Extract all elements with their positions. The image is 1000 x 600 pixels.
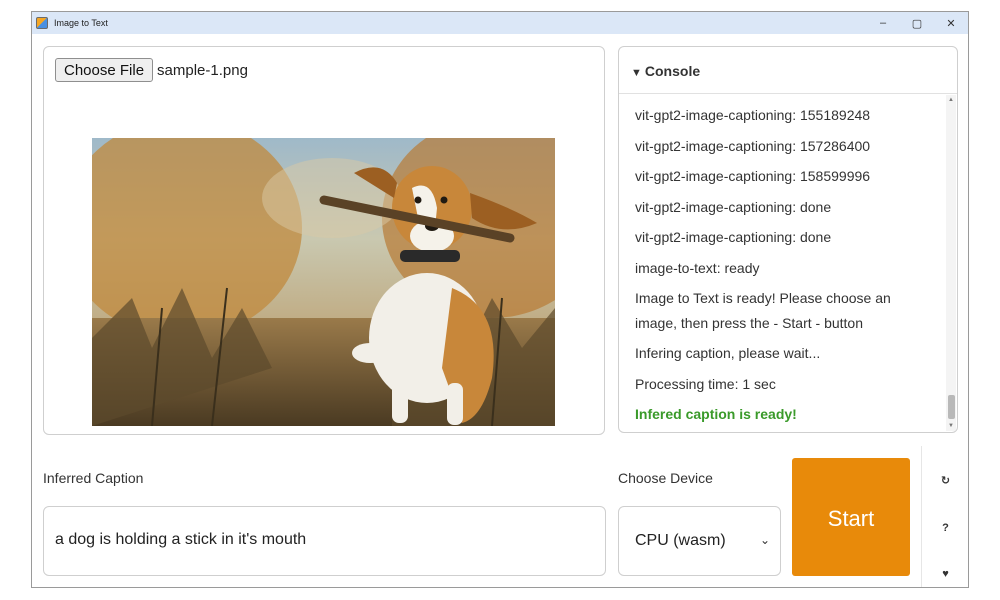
chevron-down-icon: ⌄ (759, 533, 770, 547)
app-window: Image to Text – ▢ ✕ Choose File sample-1… (31, 11, 969, 588)
dog-photo (92, 138, 555, 426)
image-preview (92, 138, 555, 426)
choose-file-button[interactable]: Choose File (55, 58, 154, 82)
console-line: Image to Text is ready! Please choose an… (635, 290, 891, 331)
console-line: vit-gpt2-image-captioning: done (635, 229, 832, 245)
close-button[interactable]: ✕ (934, 12, 968, 34)
device-selected-value: CPU (wasm) (635, 532, 726, 549)
console-scrollbar[interactable]: ▲ ▼ (946, 95, 956, 431)
console-toggle[interactable]: ▼ Console (631, 63, 700, 79)
console-line: vit-gpt2-image-captioning: 155189248 (635, 107, 871, 123)
scroll-down-icon[interactable]: ▼ (946, 421, 956, 431)
console-line: vit-gpt2-image-captioning: done (635, 198, 832, 215)
help-icon[interactable]: ? (922, 522, 968, 534)
console-line: image-to-text: ready (635, 259, 760, 276)
scroll-up-icon[interactable]: ▲ (946, 95, 956, 105)
caret-down-icon: ▼ (631, 67, 642, 79)
device-select[interactable]: CPU (wasm) ⌄ (618, 506, 781, 576)
minimize-button[interactable]: – (866, 12, 900, 34)
app-icon (36, 17, 48, 29)
divider (619, 93, 957, 94)
heart-icon[interactable]: ♥ (922, 568, 968, 580)
title-bar: Image to Text – ▢ ✕ (32, 12, 968, 34)
console-line-success: Infered caption is ready! (635, 406, 797, 422)
console-log: vit-gpt2-image-captioning: 155189248 vit… (635, 103, 935, 432)
caption-label: Inferred Caption (43, 470, 144, 486)
refresh-icon[interactable]: ↻ (922, 474, 968, 487)
device-label: Choose Device (618, 470, 713, 486)
console-line: vit-gpt2-image-captioning: 157286400 (635, 137, 871, 154)
image-panel: Choose File sample-1.png (43, 46, 605, 435)
start-button[interactable]: Start (792, 458, 910, 576)
console-panel: ▼ Console vit-gpt2-image-captioning: 1551… (618, 46, 958, 433)
file-input: Choose File sample-1.png (55, 58, 248, 82)
scroll-thumb[interactable] (948, 395, 955, 419)
console-title: Console (644, 63, 701, 79)
maximize-button[interactable]: ▢ (900, 12, 934, 34)
window-title: Image to Text (54, 18, 108, 28)
side-toolbar: ↻ ? ♥ (921, 446, 968, 587)
caption-field[interactable]: a dog is holding a stick in it's mouth (43, 506, 606, 576)
file-name: sample-1.png (157, 61, 248, 79)
console-line: Infering caption, please wait... (635, 345, 821, 361)
console-line: vit-gpt2-image-captioning: 158599996 (635, 168, 871, 184)
console-line: Processing time: 1 sec (635, 375, 776, 392)
